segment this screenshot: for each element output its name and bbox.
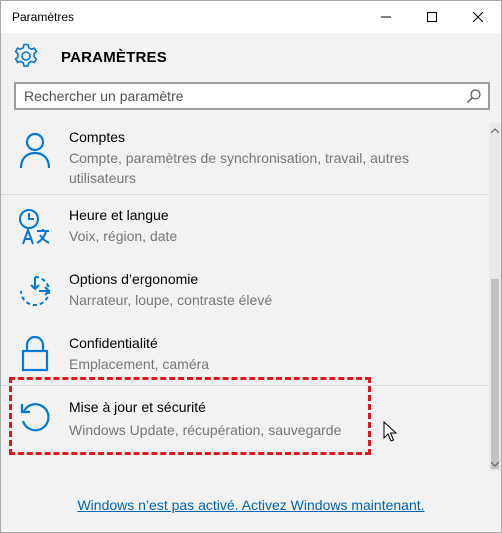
list-item-options-ergonomie[interactable]: Options d’ergonomie Narrateur, loupe, co… — [1, 263, 488, 327]
list-item-comptes[interactable]: Comptes Compte, paramètres de synchronis… — [1, 123, 488, 191]
scroll-thumb[interactable] — [491, 279, 499, 469]
item-title: Heure et langue — [69, 207, 169, 223]
scroll-down-button[interactable] — [489, 457, 501, 471]
item-description: Emplacement, caméra — [69, 356, 210, 372]
page-title: PARAMÈTRES — [61, 49, 167, 66]
list-item-heure-et-langue[interactable]: Heure et langue Voix, région, date — [1, 199, 488, 263]
item-title: Mise à jour et sécurité — [69, 399, 206, 415]
divider — [1, 385, 488, 386]
item-title: Options d’ergonomie — [69, 271, 199, 287]
title-bar[interactable]: Paramètres — [1, 1, 501, 33]
activate-windows-link[interactable]: Windows n’est pas activé. Activez Window… — [1, 497, 501, 513]
scroll-up-button[interactable] — [489, 123, 501, 137]
mouse-cursor-icon — [383, 421, 397, 442]
settings-list: Comptes Compte, paramètres de synchronis… — [1, 123, 488, 471]
app-header: PARAMÈTRES — [1, 33, 501, 79]
settings-window: Paramètres PARAMÈTRES Rechercher un para… — [0, 0, 502, 533]
minimize-button[interactable] — [363, 1, 409, 33]
divider — [1, 194, 488, 195]
time-language-icon — [19, 209, 50, 245]
scrollbar[interactable] — [489, 123, 501, 471]
search-icon[interactable] — [466, 88, 482, 104]
lock-icon — [21, 335, 49, 372]
item-description: Voix, région, date — [69, 228, 178, 244]
search-input[interactable] — [24, 87, 454, 105]
minimize-icon — [381, 16, 391, 18]
maximize-button[interactable] — [409, 1, 455, 33]
list-item-mise-a-jour-securite[interactable]: Mise à jour et sécurité Windows Update, … — [1, 391, 488, 455]
list-item-confidentialite[interactable]: Confidentialité Emplacement, caméra — [1, 327, 488, 391]
close-icon — [473, 12, 483, 22]
search-box[interactable] — [14, 82, 490, 110]
chevron-up-icon — [491, 127, 499, 133]
item-title: Confidentialité — [69, 335, 158, 351]
gear-icon — [14, 43, 38, 67]
close-button[interactable] — [455, 1, 501, 33]
window-title: Paramètres — [12, 10, 75, 24]
person-icon — [19, 132, 51, 169]
ease-of-access-icon — [20, 276, 51, 306]
maximize-icon — [427, 12, 437, 22]
item-description: Narrateur, loupe, contraste élevé — [69, 292, 273, 308]
item-title: Comptes — [69, 129, 126, 145]
chevron-down-icon — [491, 461, 499, 467]
update-icon — [20, 403, 50, 432]
item-description: Compte, paramètres de synchronisation, t… — [69, 150, 410, 186]
